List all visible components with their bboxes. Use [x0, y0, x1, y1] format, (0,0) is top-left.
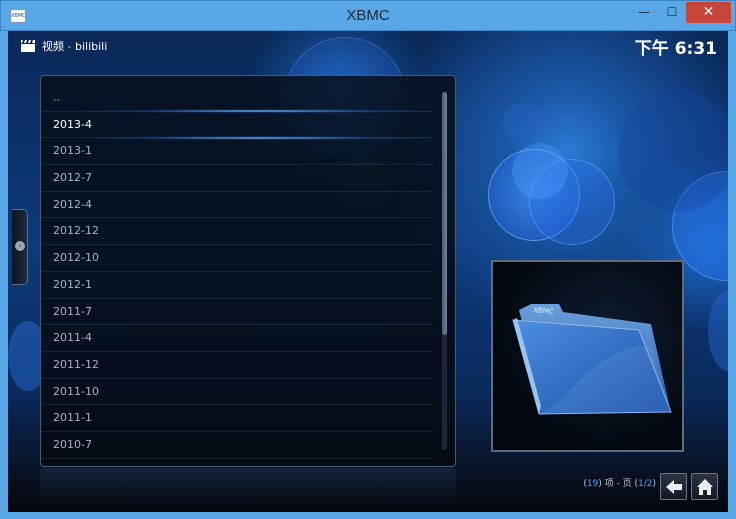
bokeh-circle [512, 143, 568, 199]
list-item[interactable]: 2011-4 [41, 325, 433, 352]
maximize-button[interactable]: ☐ [658, 2, 686, 23]
list-item[interactable]: 2013-4 [41, 108, 439, 141]
breadcrumb-path: bilibili [74, 40, 108, 53]
breadcrumb-section: 视频 [42, 40, 64, 53]
clapperboard-icon [21, 40, 35, 52]
page-number: 1/2 [638, 479, 653, 489]
window-title: XBMC [346, 7, 390, 24]
bokeh-circle [488, 149, 580, 241]
list-scrollbar[interactable] [442, 92, 447, 450]
list-item[interactable]: 2012-1 [41, 272, 433, 299]
list-item[interactable]: 2011-10 [41, 379, 433, 406]
back-arrow-icon [666, 480, 682, 494]
list-item[interactable]: 2012-12 [41, 218, 433, 246]
list-item[interactable]: 2011-1 [41, 405, 433, 432]
items-label: ) 项 - 页 ( [598, 479, 638, 489]
list-item[interactable]: 2011-7 [41, 299, 433, 326]
window-border-left [0, 31, 8, 512]
breadcrumb-separator: - [64, 40, 75, 53]
folder-icon: XBMC [512, 304, 672, 415]
list-item[interactable]: 2012-4 [41, 192, 433, 219]
file-list-panel: .. 2013-4 2013-1 2012-7 2012-4 2012-12 2012-10… [40, 75, 456, 467]
list-panel-reflection [40, 468, 456, 506]
home-button[interactable] [691, 473, 718, 500]
list-item[interactable]: 2012-10 [41, 245, 433, 272]
bokeh-circle [529, 159, 615, 245]
bokeh-circle [618, 91, 728, 211]
side-menu-tab[interactable]: › [12, 209, 28, 285]
scrollbar-thumb[interactable] [442, 92, 447, 335]
home-icon [697, 479, 713, 495]
bokeh-circle [503, 103, 543, 143]
bokeh-circle [708, 291, 728, 371]
window-border-bottom [0, 512, 736, 519]
breadcrumb-label: 视频 - bilibili [42, 38, 107, 54]
window-border-right [728, 31, 736, 512]
window-titlebar[interactable]: XBMC XBMC — ☐ ✕ [0, 0, 736, 31]
back-button[interactable] [660, 473, 687, 500]
thumbnail-frame: XBMC [491, 260, 684, 452]
minimize-button[interactable]: — [630, 2, 658, 23]
list-item[interactable]: 2011-12 [41, 352, 433, 379]
clock: 下午 6:31 [634, 39, 717, 59]
list-item[interactable]: 2010-7 [41, 432, 433, 459]
file-list[interactable]: .. 2013-4 2013-1 2012-7 2012-4 2012-12 2012-10… [41, 85, 439, 459]
close-button[interactable]: ✕ [686, 2, 731, 23]
list-item[interactable]: 2013-1 [41, 138, 433, 166]
page-info: (19) 项 - 页 (1/2) [583, 476, 656, 489]
chevron-right-icon: › [15, 241, 25, 251]
list-item[interactable]: 2012-7 [41, 165, 433, 192]
xbmc-client-area: 视频 - bilibili 下午 6:31 › .. 2013-4 2013-1 20… [8, 31, 728, 512]
list-item[interactable]: .. [41, 85, 433, 112]
page-info-close-paren: ) [652, 479, 656, 489]
item-count: 19 [586, 479, 599, 489]
